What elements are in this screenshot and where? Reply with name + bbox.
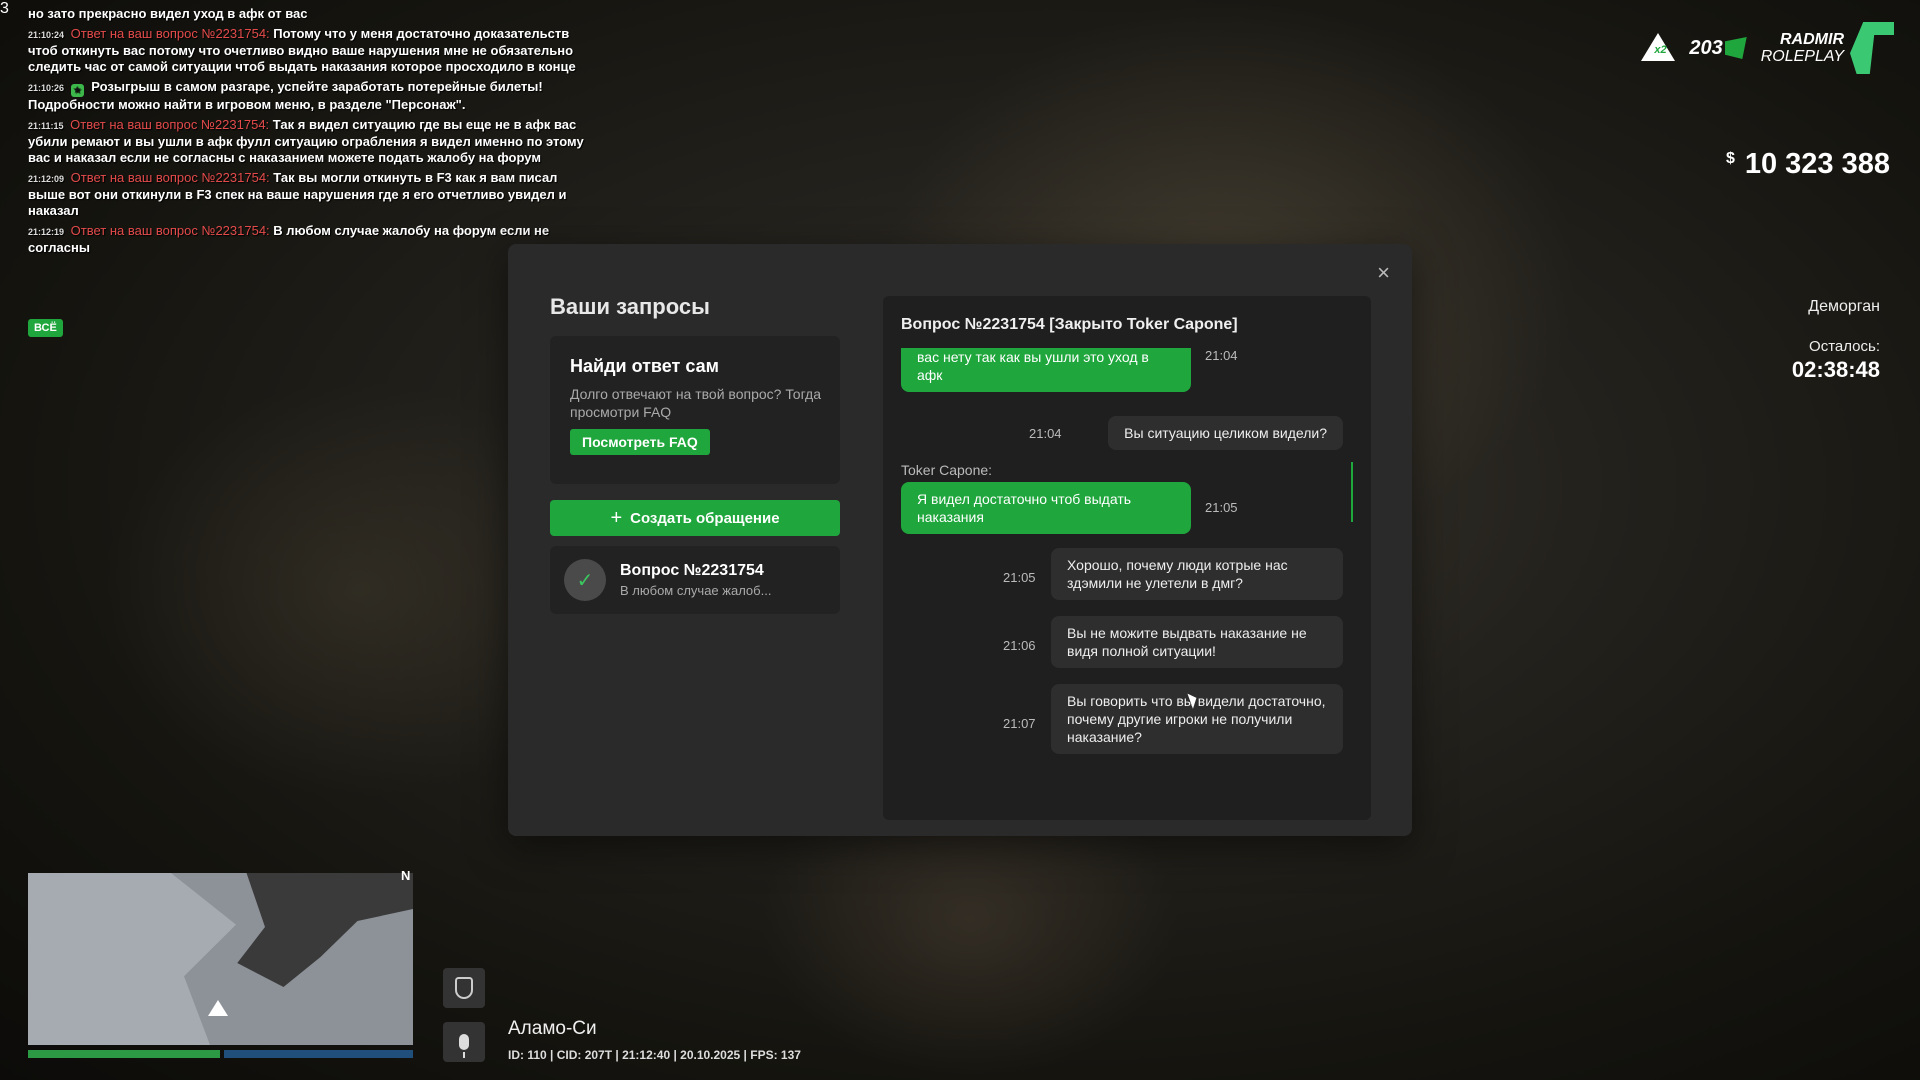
message-time: 21:05 [1003,570,1036,585]
remaining-label: Осталось: [1809,338,1880,355]
chat-answer-prefix: Ответ на ваш вопрос №2231754: [70,170,270,185]
chat-line: но зато прекрасно видел уход в афк от ва… [28,6,588,22]
request-preview: В любом случае жалоб... [620,583,772,598]
chat-time: 21:12:19 [28,227,65,237]
check-icon: ✓ [564,559,606,601]
request-list-item[interactable]: ✓ Вопрос №2231754 В любом случае жалоб..… [550,546,840,614]
players-icon [1724,37,1747,59]
message-time: 21:04 [1029,426,1062,441]
chat-text: Розыгрыш в самом разгаре, успейте зарабо… [28,79,543,112]
request-chat-title: Вопрос №2231754 [Закрыто Toker Capone] [901,316,1238,333]
compass-north: N [401,868,411,883]
close-icon[interactable]: × [1377,262,1390,284]
logo-mark-icon [1850,22,1894,74]
chat-time: 21:10:26 [28,83,65,93]
chat-line: 21:11:15 Ответ на ваш вопрос №2231754: Т… [28,117,588,166]
chat-text: но зато прекрасно видел уход в афк от ва… [28,6,308,21]
faq-card: Найди ответ сам Долго отвечают на твой в… [550,336,840,484]
money-amount: 10 323 388 [1744,148,1890,180]
chat-line: 21:10:24 Ответ на ваш вопрос №2231754: П… [28,26,588,75]
message-list[interactable]: вас нету так как вы ушли это уход в афк … [901,348,1353,760]
logo-subtitle: ROLEPLAY [1760,48,1844,65]
chat-line: 21:12:19 Ответ на ваш вопрос №2231754: В… [28,223,588,256]
chat-log: но зато прекрасно видел уход в афк от ва… [28,6,588,260]
gift-icon: ★ [70,84,84,97]
chat-line: 21:10:26 ★ Розыгрыш в самом разгаре, усп… [28,79,588,113]
message-bubble: Хорошо, почему люди котрые нас здэмили н… [1051,548,1343,600]
session-info: ID: 110 | CID: 207Т | 21:12:40 | 20.10.2… [508,1048,801,1062]
scrollbar[interactable] [1351,462,1353,522]
shield-button[interactable] [443,968,485,1008]
microphone-icon [459,1034,469,1058]
create-request-label: Создать обращение [630,509,780,527]
faq-heading: Найди ответ сам [570,356,719,376]
create-request-button[interactable]: + Создать обращение [550,500,840,536]
server-logo: RADMIR ROLEPLAY [1761,22,1894,74]
request-chat-panel: Вопрос №2231754 [Закрыто Toker Capone] в… [883,296,1371,820]
chat-time: 21:11:15 [28,121,64,131]
logo-title: RADMIR [1780,31,1844,48]
message-sender: Toker Capone: [901,462,993,478]
chat-answer-prefix: Ответ на ваш вопрос №2231754: [70,26,270,41]
message-bubble: Вы говорить что вы видели достаточно, по… [1051,684,1343,754]
requests-modal: × Ваши запросы Найди ответ сам Долго отв… [508,244,1412,836]
message-bubble: вас нету так как вы ушли это уход в афк [901,348,1191,392]
x2-bonus-badge: x2 [1641,33,1676,63]
modal-title: Ваши запросы [550,294,710,319]
microphone-button[interactable] [443,1022,485,1062]
online-count: 203 [1689,36,1723,59]
view-faq-button[interactable]: Посмотреть FAQ [570,429,710,455]
chat-filter-all-tab[interactable]: ВСЁ [28,319,63,337]
faq-text: Долго отвечают на твой вопрос? Тогда про… [570,386,821,420]
x2-label: x2 [1654,44,1667,56]
shield-icon [455,977,473,999]
chat-answer-prefix: Ответ на ваш вопрос №2231754: [70,223,270,238]
chat-time: 21:10:24 [28,30,65,40]
message-bubble: Я видел достаточно чтоб выдать наказания [901,482,1191,534]
chat-time: 21:12:09 [28,174,65,184]
money-display: $10 323 388 [1726,148,1890,181]
plus-icon: + [610,507,623,529]
map-water [237,873,413,987]
currency-symbol: $ [1725,150,1735,167]
remaining-time: 02:38:48 [1791,357,1880,382]
player-arrow-icon [208,1000,228,1016]
chat-answer-prefix: Ответ на ваш вопрос №2231754: [70,117,270,132]
chat-line: 21:12:09 Ответ на ваш вопрос №2231754: Т… [28,170,588,219]
hud-top-right: x2 203 RADMIR ROLEPLAY [1641,22,1894,74]
message-bubble: Вы ситуацию целиком видели? [1108,416,1343,450]
request-title: Вопрос №2231754 [620,562,764,579]
health-bar [28,1050,220,1058]
armor-bar [224,1050,413,1058]
message-time: 21:04 [1205,348,1238,363]
location-name: Аламо-Си [508,1018,597,1039]
message-time: 21:05 [1205,500,1238,515]
online-counter: 203 [1689,36,1747,60]
jail-timer: Деморган Осталось: 02:38:48 [1792,298,1880,383]
message-time: 21:06 [1003,638,1036,653]
message-time: 21:07 [1003,716,1036,731]
jail-label: Деморган [1808,298,1880,315]
message-bubble: Вы не можите выдвать наказание не видя п… [1051,616,1343,668]
minimap [28,873,413,1045]
